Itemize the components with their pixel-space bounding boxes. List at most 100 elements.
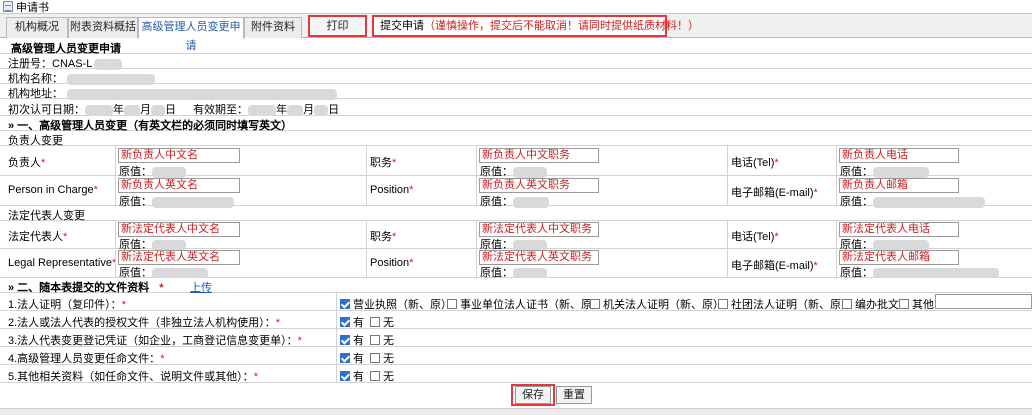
- owner-cn-title-input[interactable]: 新负责人中文职务: [479, 148, 599, 163]
- divider: [366, 221, 367, 249]
- divider: [836, 146, 837, 176]
- doc4-no-checkbox[interactable]: [370, 353, 380, 363]
- doc2-no-checkbox[interactable]: [370, 317, 380, 327]
- doc-row-5: 5.其他相关资料（如任命文件、说明文件或其他）：* 有 无: [0, 365, 1032, 383]
- redacted-value: [67, 88, 337, 100]
- doc3-yes-checkbox[interactable]: [340, 335, 350, 345]
- section1-header: » 一、高级管理人员变更（有英文栏的必须同时填写英文）: [0, 116, 1032, 132]
- legal-en-position-input[interactable]: 新法定代表人英文职务: [479, 250, 599, 265]
- tab-senior-manager-change[interactable]: 高级管理人员变更申请: [138, 17, 244, 52]
- redacted-value: [314, 104, 329, 116]
- doc5-label: 5.其他相关资料（如任命文件、说明文件或其他）：: [8, 371, 254, 383]
- divider: [115, 176, 116, 206]
- staffing-approval-checkbox[interactable]: [842, 299, 852, 309]
- business-license-checkbox[interactable]: [340, 299, 350, 309]
- form-title-row: 高级管理人员变更申请: [0, 39, 1032, 55]
- redacted-value: [152, 267, 208, 279]
- doc4-yes-checkbox[interactable]: [340, 353, 350, 363]
- divider: [336, 329, 337, 347]
- legal-phone-input[interactable]: 新法定代表人电话: [839, 222, 959, 237]
- doc-row-4: 4.高级管理人员变更任命文件：* 有 无: [0, 347, 1032, 365]
- divider: [115, 249, 116, 278]
- no-label: 无: [383, 353, 394, 365]
- reset-button[interactable]: 重置: [556, 386, 592, 404]
- doc1-label: 1.法人证明（复印件）：: [8, 299, 122, 311]
- owner-email-input[interactable]: 新负责人邮箱: [839, 178, 959, 193]
- divider: [366, 249, 367, 278]
- legal-cn-title-input[interactable]: 新法定代表人中文职务: [479, 222, 599, 237]
- save-button[interactable]: 保存: [515, 386, 551, 404]
- person-in-charge-label: Person in Charge: [8, 184, 94, 196]
- legal-rep-label: 法定代表人: [8, 231, 63, 243]
- required-mark: *: [813, 187, 818, 199]
- owner-phone-input[interactable]: 新负责人电话: [839, 148, 959, 163]
- option-label: 事业单位法人证书（新、原）: [460, 299, 603, 311]
- redacted-value: [513, 267, 547, 279]
- owner-email-label: 电子邮箱(E-mail): [731, 187, 814, 199]
- government-cert-checkbox[interactable]: [590, 299, 600, 309]
- owner-title-label: 职务: [370, 157, 392, 169]
- print-button[interactable]: 打印: [308, 15, 367, 37]
- redacted-value: [151, 104, 165, 116]
- year-label: 年: [113, 104, 124, 116]
- submit-warning: （谨慎操作，提交后不能取消！请同时提供纸质材料！）: [424, 20, 699, 32]
- legal-email-input[interactable]: 新法定代表人邮箱: [839, 250, 959, 265]
- tab-appendix-summary[interactable]: 附表资料概括: [68, 17, 138, 38]
- required-mark: *: [774, 157, 779, 169]
- institution-cert-checkbox[interactable]: [447, 299, 457, 309]
- no-label: 无: [383, 317, 394, 329]
- required-mark: *: [409, 257, 414, 269]
- other-input[interactable]: [935, 294, 1032, 309]
- tab-attachments[interactable]: 附件资料: [244, 17, 302, 38]
- legal-title-label: 职务: [370, 231, 392, 243]
- section2-header: » 二、随本表提交的文件资料 * 上传: [0, 278, 1032, 294]
- day-label: 日: [165, 104, 176, 116]
- required-mark: *: [392, 231, 397, 243]
- divider: [727, 146, 728, 176]
- month-label: 月: [303, 104, 315, 116]
- required-mark: *: [93, 184, 98, 196]
- doc-row-1: 1.法人证明（复印件）：* 营业执照（新、原） 事业单位法人证书（新、原） 机关…: [0, 293, 1032, 311]
- required-mark: *: [813, 260, 818, 272]
- owner-cn-name-input[interactable]: 新负责人中文名: [118, 148, 240, 163]
- redacted-value: [248, 104, 277, 116]
- doc5-no-checkbox[interactable]: [370, 371, 380, 381]
- owner-en-position-input[interactable]: 新负责人英文职务: [479, 178, 599, 193]
- divider: [476, 176, 477, 206]
- doc3-no-checkbox[interactable]: [370, 335, 380, 345]
- divider: [476, 221, 477, 249]
- divider: [336, 347, 337, 365]
- association-cert-checkbox[interactable]: [718, 299, 728, 309]
- valid-until-label: 有效期至：: [193, 104, 249, 116]
- yes-label: 有: [353, 371, 364, 383]
- divider: [727, 221, 728, 249]
- legal-cn-row: 法定代表人* 新法定代表人中文名 原值： 职务* 新法定代表人中文职务 原值： …: [0, 221, 1032, 251]
- no-label: 无: [383, 371, 394, 383]
- doc5-yes-checkbox[interactable]: [340, 371, 350, 381]
- required-mark: *: [41, 157, 46, 169]
- submit-application-button[interactable]: 提交申请（谨慎操作，提交后不能取消！请同时提供纸质材料！）: [372, 15, 699, 37]
- document-icon: [3, 1, 13, 12]
- position-label: Position: [370, 257, 410, 269]
- reg-no-row: 注册号：CNAS-L: [0, 54, 1032, 70]
- doc2-yes-checkbox[interactable]: [340, 317, 350, 327]
- org-address-row: 机构地址：: [0, 84, 1032, 100]
- legal-email-label: 电子邮箱(E-mail): [731, 260, 814, 272]
- legal-en-name-input[interactable]: 新法定代表人英文名: [118, 250, 240, 265]
- divider: [366, 146, 367, 176]
- other-checkbox[interactable]: [899, 299, 909, 309]
- owner-change-row: 负责人变更: [0, 131, 1032, 147]
- legal-en-row: Legal Representative* 新法定代表人英文名 原值： Posi…: [0, 249, 1032, 279]
- legal-phone-label: 电话(Tel): [731, 231, 775, 243]
- divider: [836, 249, 837, 278]
- owner-en-name-input[interactable]: 新负责人英文名: [118, 178, 240, 193]
- date-row: 初次认可日期： 年 月 日 有效期至： 年 月 日: [0, 99, 1032, 116]
- first-date-label: 初次认可日期：: [8, 104, 85, 116]
- divider: [115, 146, 116, 176]
- legal-cn-name-input[interactable]: 新法定代表人中文名: [118, 222, 240, 237]
- owner-phone-label: 电话(Tel): [731, 157, 775, 169]
- horizontal-scrollbar[interactable]: [0, 408, 1032, 415]
- divider: [476, 146, 477, 176]
- tab-org-overview[interactable]: 机构概况: [6, 17, 68, 38]
- owner-name-label: 负责人: [8, 157, 41, 169]
